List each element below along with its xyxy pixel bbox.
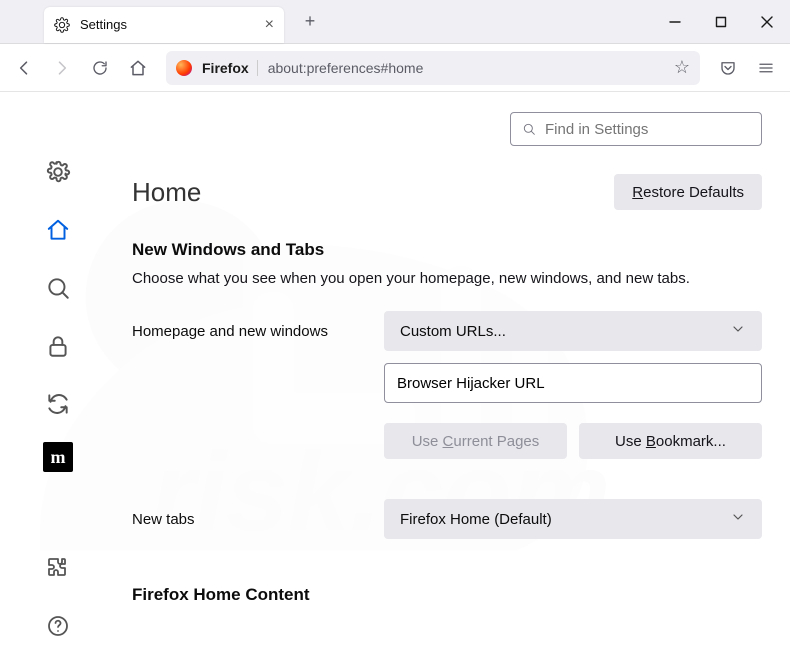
chevron-down-icon bbox=[730, 509, 746, 529]
newtabs-select[interactable]: Firefox Home (Default) bbox=[384, 499, 762, 539]
homepage-label: Homepage and new windows bbox=[132, 323, 384, 340]
pocket-icon[interactable] bbox=[710, 50, 746, 86]
homepage-url-input[interactable] bbox=[384, 363, 762, 403]
sidebar-m-extension[interactable]: m bbox=[43, 442, 73, 472]
newtabs-value: Firefox Home (Default) bbox=[400, 511, 552, 528]
app-menu-button[interactable] bbox=[748, 50, 784, 86]
search-icon bbox=[521, 121, 537, 137]
url-text: about:preferences#home bbox=[268, 60, 664, 76]
settings-search[interactable] bbox=[510, 112, 762, 146]
section-new-windows-title: New Windows and Tabs bbox=[132, 240, 762, 260]
gear-icon bbox=[54, 17, 70, 33]
maximize-button[interactable] bbox=[698, 0, 744, 44]
firefox-icon bbox=[176, 60, 192, 76]
sidebar-help[interactable] bbox=[38, 606, 78, 646]
sidebar-general[interactable] bbox=[38, 152, 78, 192]
new-tab-button[interactable]: + bbox=[296, 8, 324, 36]
browser-tab[interactable]: Settings × bbox=[44, 7, 284, 43]
identity-label: Firefox bbox=[202, 60, 258, 76]
page-title: Home bbox=[132, 177, 201, 208]
use-current-pages-button[interactable]: Use Current Pages bbox=[384, 423, 567, 459]
settings-search-input[interactable] bbox=[545, 121, 751, 138]
restore-defaults-button[interactable]: Restore Defaults bbox=[614, 174, 762, 210]
sidebar-home[interactable] bbox=[38, 210, 78, 250]
homepage-mode-value: Custom URLs... bbox=[400, 323, 506, 340]
section-fxhome-title: Firefox Home Content bbox=[132, 585, 762, 605]
sidebar-privacy[interactable] bbox=[38, 326, 78, 366]
url-bar[interactable]: Firefox about:preferences#home ☆ bbox=[166, 51, 700, 85]
sidebar-search[interactable] bbox=[38, 268, 78, 308]
forward-button[interactable] bbox=[44, 50, 80, 86]
back-button[interactable] bbox=[6, 50, 42, 86]
section-new-windows-desc: Choose what you see when you open your h… bbox=[132, 270, 762, 287]
sidebar-sync[interactable] bbox=[38, 384, 78, 424]
close-window-button[interactable] bbox=[744, 0, 790, 44]
close-icon[interactable]: × bbox=[265, 17, 274, 33]
reload-button[interactable] bbox=[82, 50, 118, 86]
sidebar-extensions[interactable] bbox=[38, 548, 78, 588]
use-bookmark-button[interactable]: Use Bookmark... bbox=[579, 423, 762, 459]
homepage-mode-select[interactable]: Custom URLs... bbox=[384, 311, 762, 351]
tab-title: Settings bbox=[80, 17, 255, 32]
home-toolbar-button[interactable] bbox=[120, 50, 156, 86]
minimize-button[interactable] bbox=[652, 0, 698, 44]
bookmark-star-icon[interactable]: ☆ bbox=[674, 57, 690, 78]
chevron-down-icon bbox=[730, 321, 746, 341]
newtabs-label: New tabs bbox=[132, 511, 384, 528]
